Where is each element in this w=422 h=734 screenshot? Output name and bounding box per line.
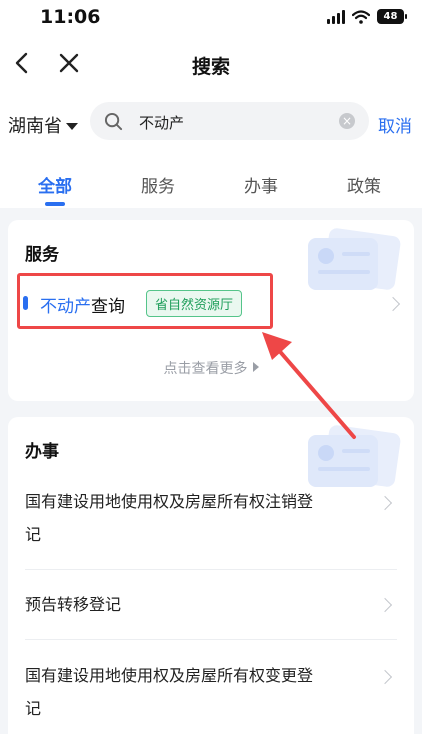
affair-item[interactable]: 国有建设用地使用权及房屋所有权变更登 记	[25, 659, 397, 725]
affair-item-line2: 记	[25, 699, 42, 718]
tab-indicator	[45, 202, 65, 206]
signal-icon	[327, 9, 345, 24]
view-more-label: 点击查看更多	[163, 361, 248, 377]
search-input[interactable]: 不动产 ×	[90, 102, 369, 140]
tab-services[interactable]: 服务	[141, 172, 175, 197]
annotation-highlight-box	[17, 273, 273, 329]
view-more-link[interactable]: 点击查看更多	[8, 358, 414, 378]
tab-bar: 全部 服务 办事 政策	[0, 152, 422, 208]
status-icons: 48	[327, 9, 407, 24]
affair-item[interactable]: 预告转移登记	[25, 588, 397, 621]
affair-item-line2: 记	[25, 525, 42, 544]
tab-affairs[interactable]: 办事	[244, 172, 278, 197]
affairs-title: 办事	[25, 442, 59, 462]
search-row: 湖南省 不动产 × 取消	[0, 94, 422, 152]
document-illustration-icon	[298, 423, 408, 493]
cancel-button[interactable]: 取消	[378, 112, 412, 137]
affair-item[interactable]: 国有建设用地使用权及房屋所有权注销登 记	[25, 485, 397, 551]
chevron-right-icon	[385, 296, 401, 312]
tab-policy[interactable]: 政策	[347, 172, 381, 197]
search-icon	[104, 112, 123, 131]
divider	[25, 639, 397, 640]
nav-bar: 搜索	[0, 34, 422, 94]
region-label: 湖南省	[8, 116, 62, 137]
status-bar: 11:06 48	[0, 0, 422, 34]
caret-down-icon	[66, 122, 78, 130]
services-title: 服务	[25, 245, 59, 265]
page-title: 搜索	[191, 56, 230, 78]
triangle-right-icon	[252, 362, 259, 372]
tab-all[interactable]: 全部	[38, 172, 72, 197]
search-query: 不动产	[139, 114, 185, 132]
affairs-card: 办事 国有建设用地使用权及房屋所有权注销登 记 预告转移登记 国有建设用地使用权…	[8, 417, 414, 734]
wifi-icon	[352, 9, 370, 24]
affair-item-line1: 国有建设用地使用权及房屋所有权注销登	[25, 492, 314, 511]
divider	[25, 569, 397, 570]
clear-icon[interactable]: ×	[339, 113, 355, 129]
status-time: 11:06	[40, 6, 101, 28]
affair-item-line1: 预告转移登记	[25, 595, 122, 614]
region-selector[interactable]: 湖南省	[8, 112, 78, 138]
battery-icon: 48	[377, 9, 407, 24]
affair-item-line1: 国有建设用地使用权及房屋所有权变更登	[25, 666, 314, 685]
